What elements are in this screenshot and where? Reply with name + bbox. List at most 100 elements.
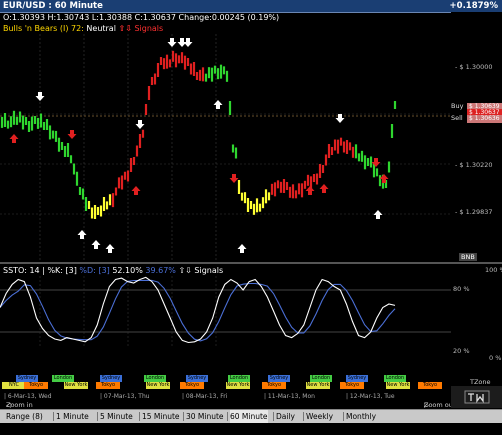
interval-button-5-minute[interactable]: 5 Minute	[100, 410, 133, 423]
open-value: O:1.30393	[3, 13, 45, 22]
sell-arrow-icon	[183, 38, 193, 47]
session-sydney: Sydney	[346, 375, 368, 382]
ssto-period: 14	[29, 266, 40, 275]
buy-arrow-icon	[213, 100, 223, 109]
interval-button-daily[interactable]: Daily	[276, 410, 295, 423]
buy-arrow-icon	[77, 230, 87, 239]
sell-arrow-icon	[229, 174, 239, 183]
price-label: - $ 1.30220	[455, 161, 493, 169]
toolbar-separator	[97, 412, 98, 421]
sell-label: Sell	[451, 114, 463, 122]
toolbar-separator	[227, 412, 228, 421]
interval-button-1-minute[interactable]: 1 Minute	[56, 410, 89, 423]
session-bar-bottom: NYC Tokyo New York Tokyo New York Tokyo New Yo…	[0, 382, 451, 389]
panel-divider[interactable]	[0, 262, 502, 264]
toolbar-separator	[303, 412, 304, 421]
date-label: | 11-Mar-13, Mon	[264, 393, 315, 400]
buy-arrow-icon	[305, 186, 315, 195]
stochastic-chart[interactable]	[0, 276, 451, 346]
session-tokyo: Tokyo	[24, 382, 48, 389]
session-new-york: New York	[64, 382, 88, 389]
sell-arrow-icon	[35, 92, 45, 101]
buy-arrow-icon	[237, 244, 247, 253]
session-london: London	[52, 375, 74, 382]
ssto-label: SSTO:	[3, 266, 27, 275]
toolbar-separator	[53, 412, 54, 421]
interval-button-15-minute[interactable]: 15 Minute	[142, 410, 180, 423]
k-reading: 52.10%	[112, 266, 143, 275]
session-new-york: New York	[226, 382, 250, 389]
sell-arrow-icon	[335, 114, 345, 123]
interval-button-range-8[interactable]: Range (8)	[6, 410, 43, 423]
high-value: H:1.30743	[47, 13, 90, 22]
title-bar: EUR/USD : 60 Minute +0.1879%	[0, 0, 502, 13]
session-sydney: Sydney	[16, 375, 38, 382]
logo	[451, 386, 502, 408]
interval-button-30-minute[interactable]: 30 Minute	[186, 410, 224, 423]
percent-k-line	[0, 276, 396, 344]
signal-arrows-icon: ⇧⇩	[118, 24, 132, 33]
price-chart[interactable]	[0, 34, 451, 262]
buy-arrow-icon	[131, 186, 141, 195]
axis-80: 80 %	[453, 285, 470, 293]
ohlc-readout: O:1.30393 H:1.30743 L:1.30388 C:1.30637 …	[3, 13, 279, 22]
date-label: | 6-Mar-13, Wed	[4, 393, 52, 400]
interval-button-monthly[interactable]: Monthly	[346, 410, 376, 423]
d-reading: 39.67%	[145, 266, 176, 275]
ssto-signals-label[interactable]: Signals	[194, 266, 223, 275]
session-london: London	[228, 375, 250, 382]
session-new-york: New York	[386, 382, 410, 389]
toolbar-separator	[183, 412, 184, 421]
date-label: | 12-Mar-13, Tue	[346, 393, 395, 400]
date-label: | 08-Mar-13, Fri	[182, 393, 228, 400]
toolbar-separator	[139, 412, 140, 421]
buy-arrow-icon	[373, 210, 383, 219]
sell-arrow-icon	[135, 120, 145, 129]
bottom-tag: BNB	[459, 253, 477, 261]
stochastic-readout: SSTO: 14 | %K: [3] %D: [3] 52.10% 39.67%…	[3, 266, 224, 275]
signals-label[interactable]: Signals	[134, 24, 163, 33]
indicator-name: Bulls 'n Bears (I) 72:	[3, 24, 84, 33]
timezone-label[interactable]: TZone	[470, 378, 491, 386]
session-tokyo: Tokyo	[96, 382, 120, 389]
sell-arrow-icon	[67, 130, 77, 139]
date-axis: | 6-Mar-13, Wed | 07-Mar-13, Thu | 08-Mar-…	[0, 392, 451, 401]
session-london: London	[310, 375, 332, 382]
interval-toolbar: Range (8) 1 Minute 5 Minute 15 Minute 30 Min…	[0, 409, 502, 423]
session-nyc: NYC	[2, 382, 26, 389]
price-label: - $ 1.29837	[455, 208, 493, 216]
sell-arrow-icon	[167, 38, 177, 47]
window-title: EUR/USD : 60 Minute	[3, 1, 103, 11]
stochastic-axis: 100 % 80 % 20 % 0 %	[451, 264, 502, 362]
session-bar-top: Sydney London Sydney London Sydney London Sydn…	[0, 375, 451, 382]
toolbar-separator	[343, 412, 344, 421]
close-value: C:1.30637	[134, 13, 176, 22]
session-tokyo: Tokyo	[180, 382, 204, 389]
buy-arrow-icon	[319, 184, 329, 193]
session-sydney: Sydney	[186, 375, 208, 382]
session-sydney: Sydney	[268, 375, 290, 382]
sell-price-tag: $ 1.30636	[467, 115, 502, 123]
indicator-readout: Bulls 'n Bears (I) 72: Neutral ⇧⇩ Signal…	[3, 24, 163, 33]
toolbar-separator	[273, 412, 274, 421]
k-label: %K:	[47, 266, 63, 275]
buy-arrow-icon	[105, 244, 115, 253]
session-tokyo: Tokyo	[262, 382, 286, 389]
price-axis: - $ 1.30000 - $ 1.30220 - $ 1.29837 Buy …	[451, 12, 502, 262]
d-label: %D:	[79, 266, 96, 275]
buy-arrow-icon	[9, 134, 19, 143]
session-sydney: Sydney	[100, 375, 122, 382]
session-tokyo: Tokyo	[340, 382, 364, 389]
session-new-york: New York	[146, 382, 170, 389]
signal-arrows-icon: ⇧⇩	[178, 266, 192, 275]
price-label: - $ 1.30000	[455, 63, 493, 71]
sell-arrow-icon	[371, 158, 381, 167]
session-tokyo: Tokyo	[418, 382, 442, 389]
indicator-state: Neutral	[86, 24, 116, 33]
change-percent: +0.1879%	[449, 1, 498, 11]
date-label: | 07-Mar-13, Thu	[100, 393, 150, 400]
change-value: Change:0.00245 (0.19%)	[178, 13, 280, 22]
axis-0: 0 %	[489, 354, 502, 362]
interval-button-60-minute[interactable]: 60 Minute	[230, 410, 268, 423]
interval-button-weekly[interactable]: Weekly	[306, 410, 333, 423]
